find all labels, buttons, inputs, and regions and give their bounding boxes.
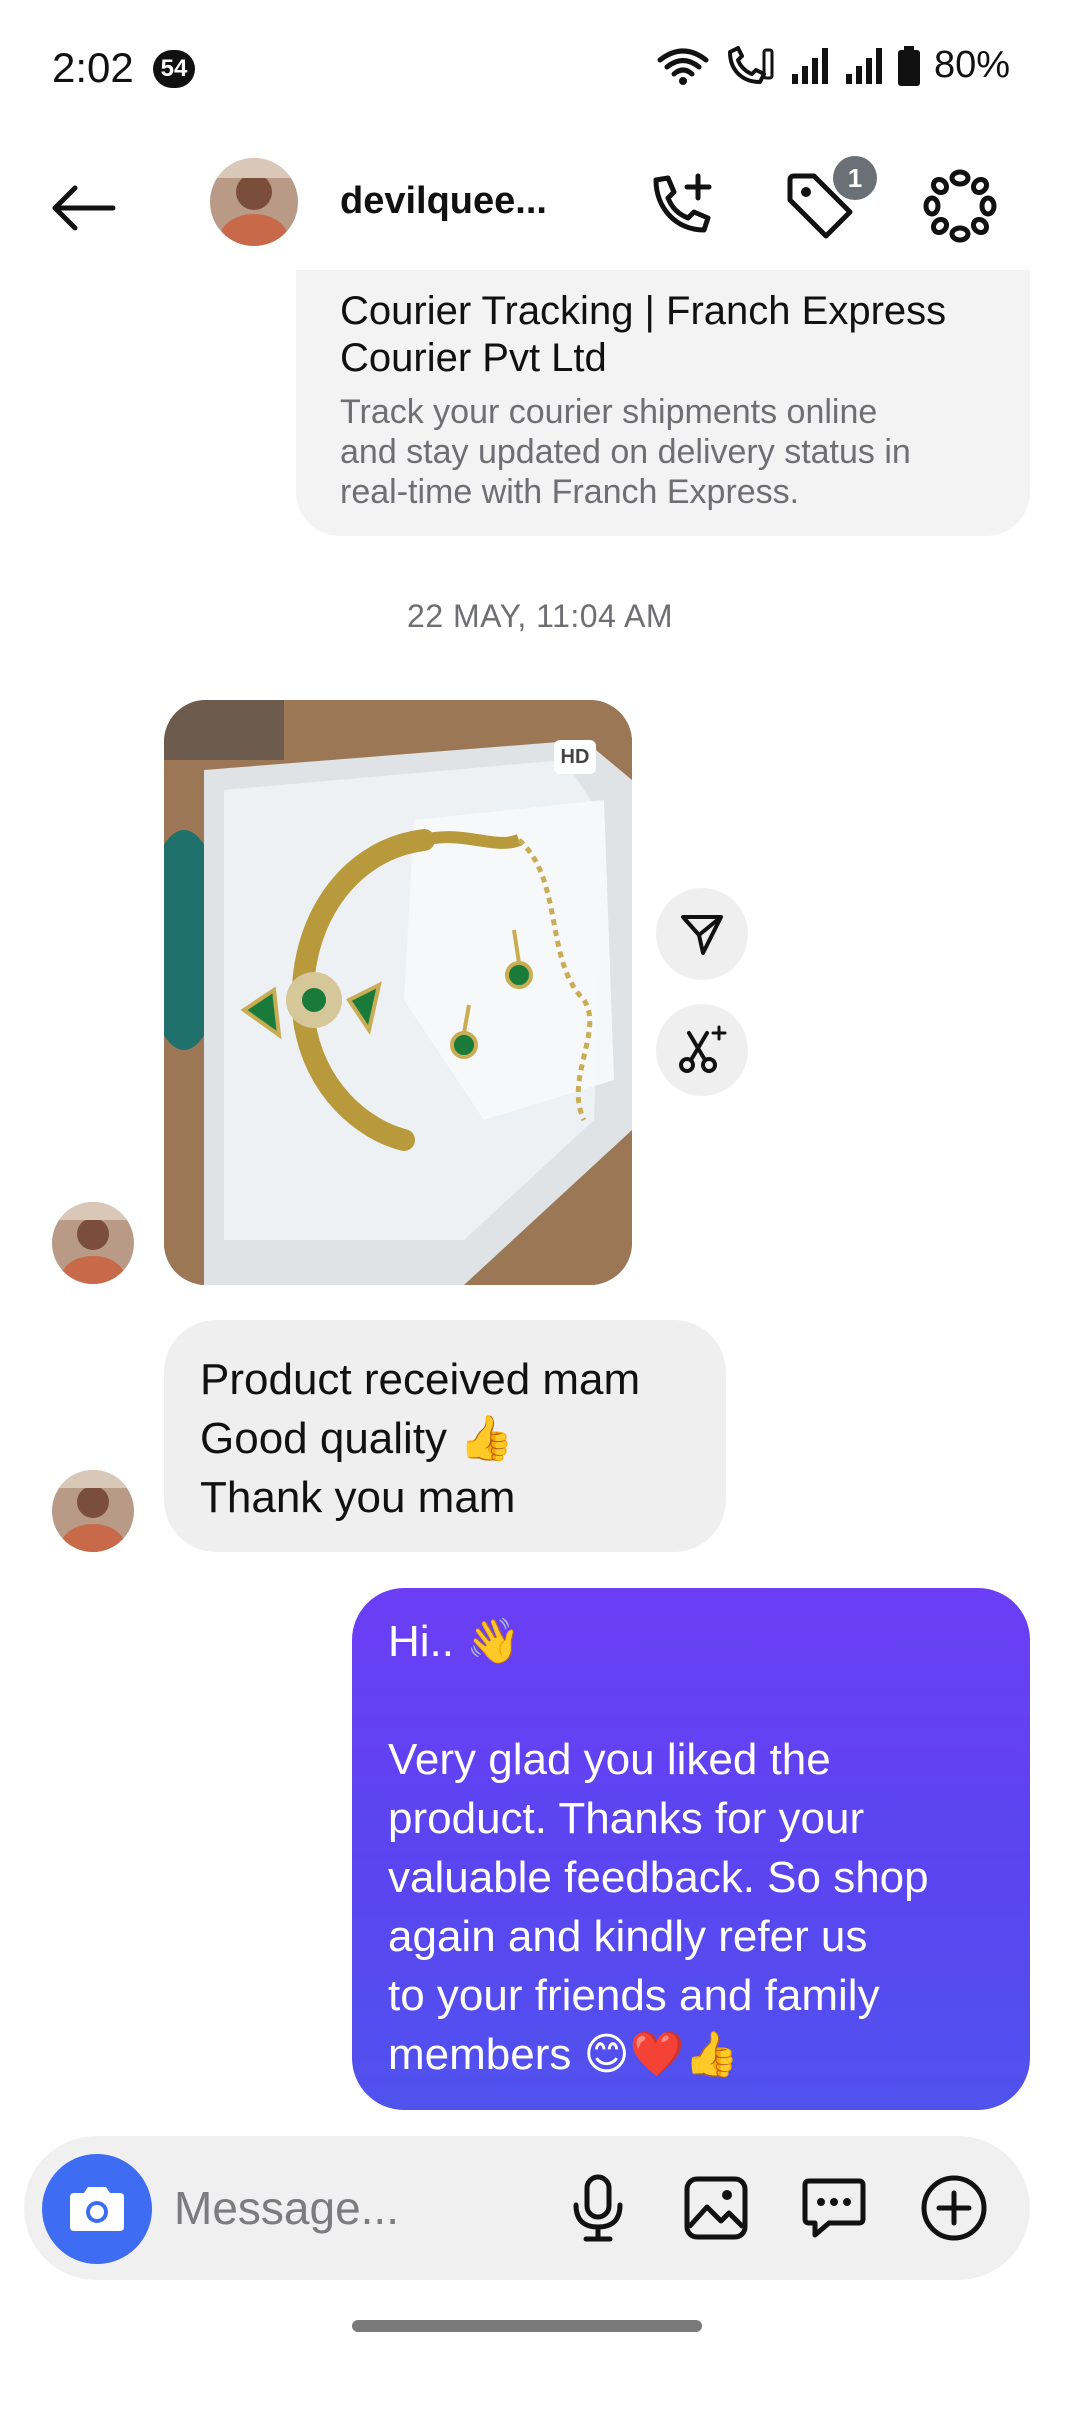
gallery-button[interactable] [676,2168,756,2248]
received-line-2: Good quality 👍 [200,1414,515,1463]
voice-message-button[interactable] [558,2168,638,2248]
notification-count-badge: 54 [153,50,195,88]
link-desc-line2: and stay updated on delivery status in [340,433,911,471]
camera-button[interactable] [42,2154,152,2264]
sent-line-1: Hi.. 👋 [388,1617,522,1666]
plus-circle-icon [921,2175,987,2241]
link-description: Track your courier shipments online and … [340,392,994,512]
chat-header: devilquee... 1 [0,140,1080,265]
received-message-bubble[interactable]: Product received mam Good quality 👍 Than… [164,1320,726,1552]
message-composer [24,2136,1030,2280]
sent-line-2 [388,1671,994,1730]
battery-percent: 80% [933,44,1010,86]
add-call-icon [653,173,712,233]
sender-avatar[interactable] [52,1202,134,1284]
necklace-photo [164,700,632,1285]
remix-photo-button[interactable] [656,1004,748,1096]
tag-count-badge: 1 [833,156,877,200]
back-arrow-icon [52,185,116,231]
signal-icon-1 [791,47,828,84]
more-options-button[interactable] [915,164,1005,248]
more-attachments-button[interactable] [914,2168,994,2248]
share-photo-button[interactable] [656,888,748,980]
link-desc-line3: real-time with Franch Express. [340,473,800,511]
back-button[interactable] [40,166,124,250]
status-icons: 80% [656,44,1010,87]
status-time: 2:02 [52,44,134,91]
sent-message-bubble[interactable]: Hi.. 👋 Very glad you liked the product. … [352,1588,1030,2110]
add-call-button[interactable] [640,164,724,248]
contact-avatar[interactable] [210,158,298,246]
sent-line-3: Very glad you liked the [388,1735,831,1784]
contact-username[interactable]: devilquee... [340,180,547,223]
received-line-3: Thank you mam [200,1473,516,1522]
sticker-button[interactable] [794,2168,874,2248]
home-indicator[interactable] [352,2320,702,2332]
link-desc-line1: Track your courier shipments online [340,393,878,431]
sent-line-5: valuable feedback. So shop [388,1853,929,1902]
camera-icon [70,2187,124,2231]
sent-line-7: to your friends and family [388,1971,880,2020]
signal-icon-2 [845,47,882,84]
link-preview-card[interactable]: Courier Tracking | Franch Express Courie… [296,270,1030,536]
wifi-calling-icon [727,45,774,84]
microphone-icon [573,2174,623,2242]
image-gallery-icon [684,2176,748,2240]
message-input[interactable] [174,2176,554,2240]
status-bar: 2:02 54 80% [0,0,1080,140]
scissors-sparkle-icon [679,1025,727,1073]
send-icon [681,915,723,955]
sent-line-6: again and kindly refer us [388,1912,868,1961]
sender-avatar[interactable] [52,1470,134,1552]
sent-line-4: product. Thanks for your [388,1794,865,1843]
chat-sticker-icon [802,2178,866,2238]
photo-message[interactable]: HD [164,700,632,1285]
hd-badge: HD [554,740,596,774]
link-title-line2: Courier Pvt Ltd [340,336,607,380]
received-line-1: Product received mam [200,1355,641,1404]
more-options-icon [923,169,997,243]
sent-line-8: members 😊❤️👍 [388,2030,740,2079]
wifi-icon [657,48,709,85]
message-timestamp: 22 MAY, 11:04 AM [407,598,673,634]
tag-button[interactable]: 1 [775,156,877,248]
link-title-line1: Courier Tracking | Franch Express [340,289,947,333]
battery-icon [897,45,920,86]
